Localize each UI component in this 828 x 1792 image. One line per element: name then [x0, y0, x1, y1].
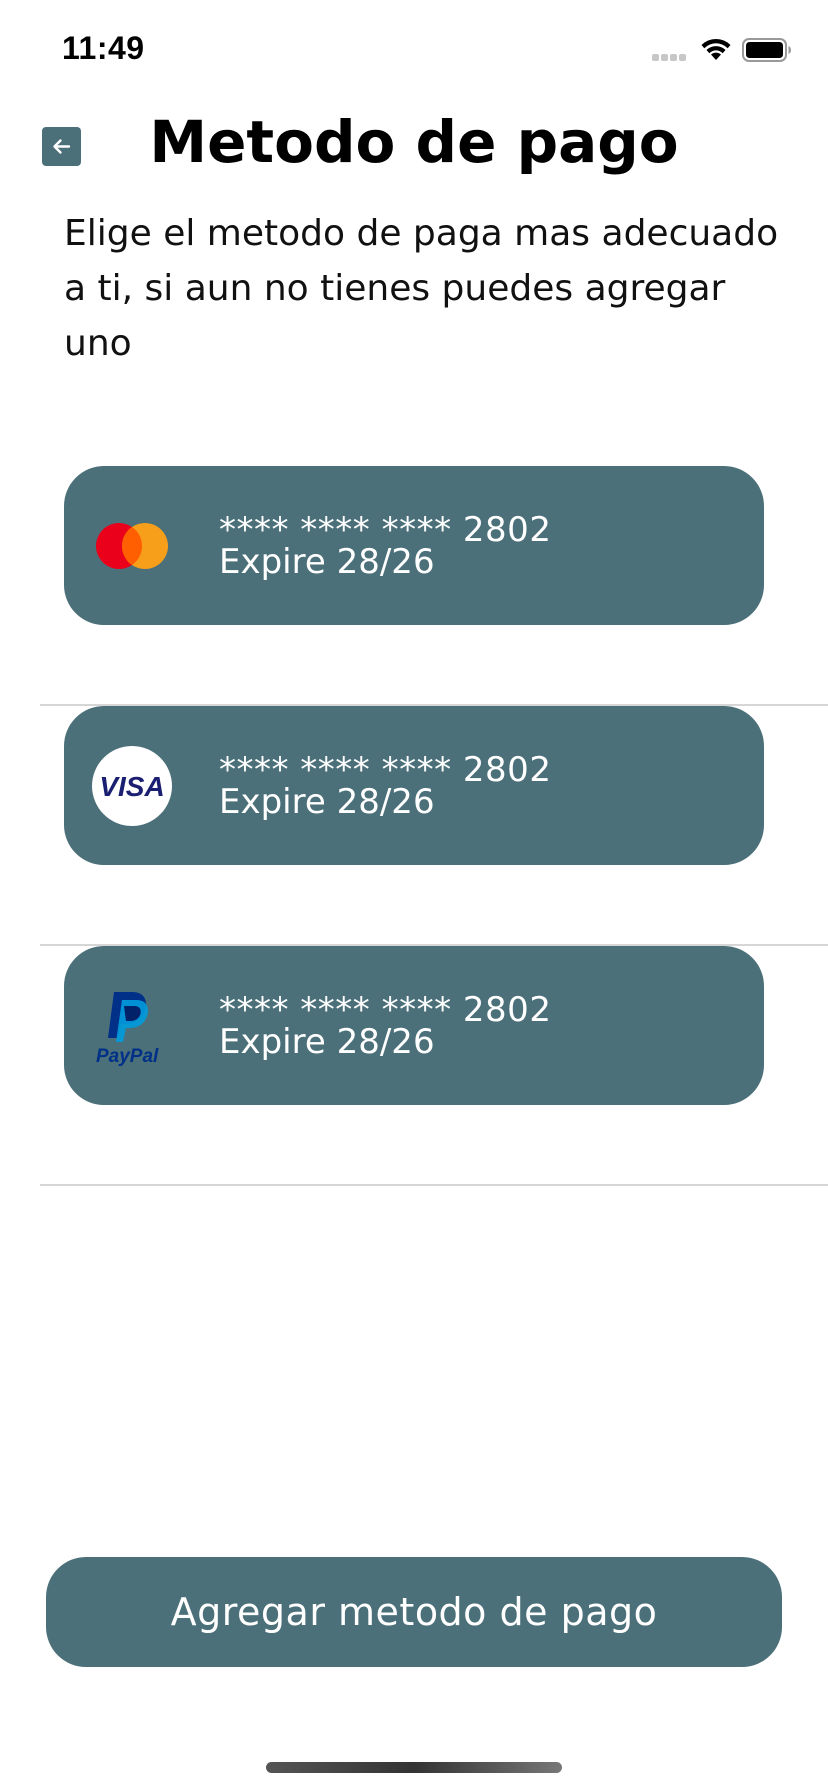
card-expiry: Expire 28/26 — [219, 542, 435, 582]
svg-text:PayPal: PayPal — [96, 1046, 159, 1066]
home-indicator[interactable] — [266, 1762, 562, 1773]
card-expiry: Expire 28/26 — [219, 1022, 435, 1062]
mastercard-icon — [92, 506, 172, 586]
status-bar: 11:49 — [0, 0, 828, 100]
page-title-text: Metodo de pago — [149, 108, 679, 176]
payment-method-row: PayPal **** **** **** 2802 Expire 28/26 — [40, 946, 828, 1186]
page-title: Metodo de pago — [0, 108, 828, 176]
svg-text:VISA: VISA — [99, 771, 164, 802]
status-time: 11:49 — [62, 30, 145, 66]
add-payment-method-button[interactable]: Agregar metodo de pago — [46, 1557, 782, 1667]
battery-icon — [742, 38, 792, 62]
page-description: Elige el metodo de paga mas adecuado a t… — [64, 213, 779, 364]
visa-icon: VISA — [92, 746, 172, 826]
signal-icon — [652, 52, 692, 62]
divider — [40, 1184, 828, 1186]
payment-method-row: **** **** **** 2802 Expire 28/26 — [40, 466, 828, 706]
payment-card-visa[interactable]: VISA **** **** **** 2802 Expire 28/26 — [64, 706, 764, 865]
payment-card-mastercard[interactable]: **** **** **** 2802 Expire 28/26 — [64, 466, 764, 625]
wifi-icon — [700, 36, 732, 62]
payment-card-paypal[interactable]: PayPal **** **** **** 2802 Expire 28/26 — [64, 946, 764, 1105]
card-expiry: Expire 28/26 — [219, 782, 435, 822]
paypal-icon: PayPal — [92, 986, 172, 1067]
payment-method-row: VISA **** **** **** 2802 Expire 28/26 — [40, 706, 828, 946]
